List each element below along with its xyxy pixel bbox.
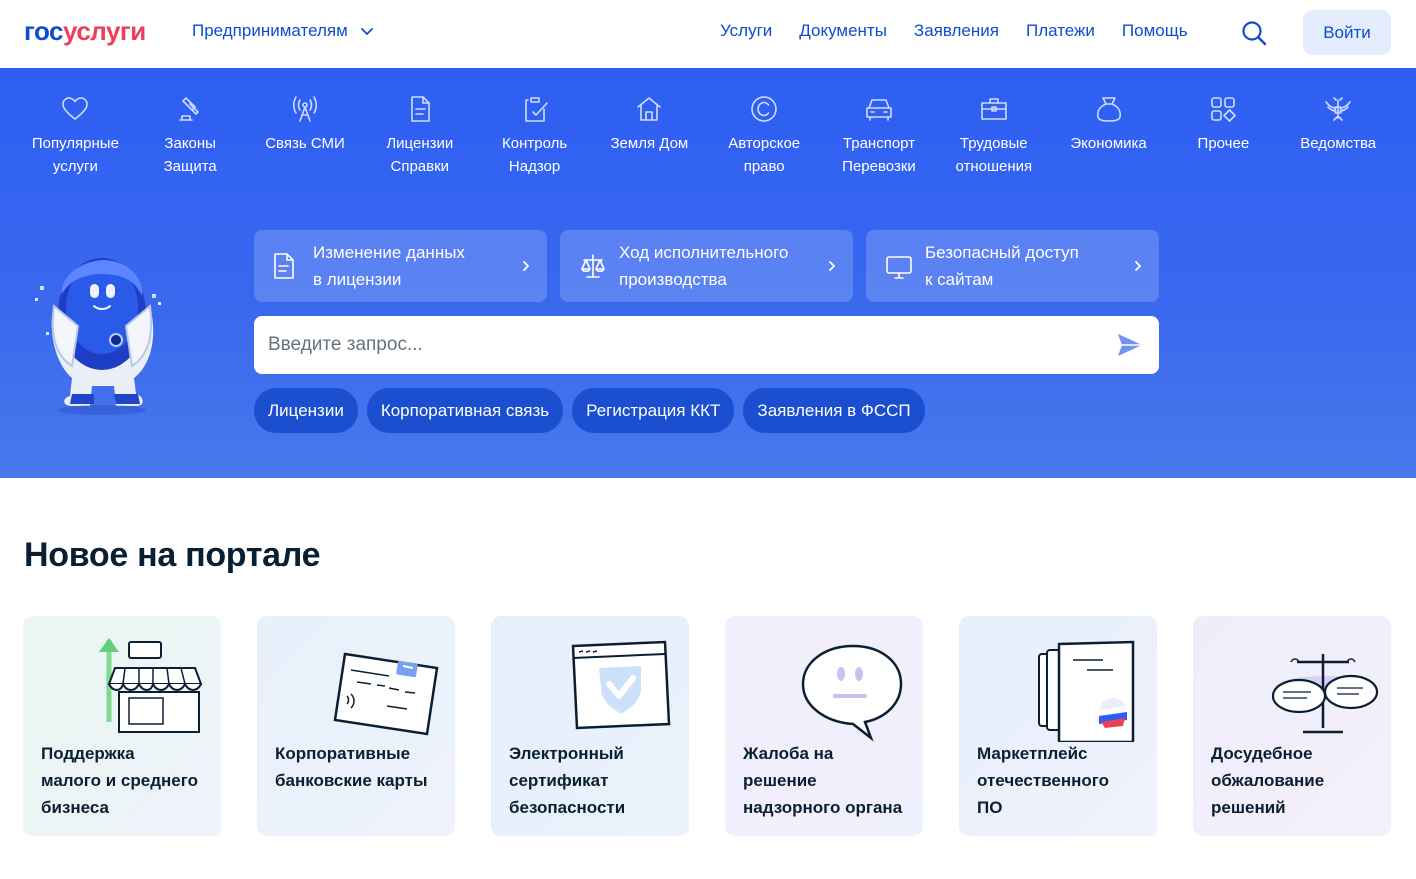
category-control[interactable]: Контроль Надзор xyxy=(477,94,592,178)
login-button[interactable]: Войти xyxy=(1303,10,1391,55)
card-pretrial-appeal[interactable]: Досудебное обжалование решений xyxy=(1193,616,1391,836)
section-title: Новое на портале xyxy=(24,536,321,574)
top-navigation: Услуги Документы Заявления Платежи Помощ… xyxy=(720,21,1188,41)
suggestion-chips: Лицензии Корпоративная связь Регистрация… xyxy=(254,388,925,433)
chevron-right-icon xyxy=(523,261,530,271)
send-icon[interactable] xyxy=(1115,330,1145,360)
chevron-right-icon xyxy=(829,261,836,271)
document-icon xyxy=(272,252,296,280)
bank-card-icon xyxy=(333,652,439,736)
chevron-down-icon xyxy=(360,28,373,36)
clipboard-check-icon xyxy=(520,94,550,124)
monitor-icon xyxy=(884,252,912,280)
heart-icon xyxy=(60,94,90,124)
car-icon xyxy=(864,94,894,124)
scales-icon xyxy=(578,252,605,280)
category-media[interactable]: Связь СМИ xyxy=(248,94,363,178)
hero-section: Популярные услуги Законы Защита Связь СМИ … xyxy=(0,68,1416,478)
nav-documents[interactable]: Документы xyxy=(799,21,887,41)
antenna-icon xyxy=(290,94,320,124)
robot-mascot-image xyxy=(35,258,161,415)
audience-dropdown[interactable]: Предпринимателям xyxy=(192,21,374,41)
nav-services[interactable]: Услуги xyxy=(720,21,772,41)
search-input[interactable] xyxy=(268,334,1115,356)
card-sme-support[interactable]: Поддержка малого и среднего бизнеса xyxy=(23,616,221,836)
category-copyright[interactable]: Авторское право xyxy=(707,94,822,178)
chevron-right-icon xyxy=(1135,261,1142,271)
card-corporate-cards[interactable]: Корпоративные банковские карты xyxy=(257,616,455,836)
category-laws[interactable]: Законы Защита xyxy=(133,94,248,178)
document-icon xyxy=(405,94,435,124)
search-icon[interactable] xyxy=(1240,19,1268,47)
quicklink-safe-access[interactable]: Безопасный доступ к сайтам xyxy=(866,230,1159,302)
gavel-icon xyxy=(175,94,205,124)
category-menu: Популярные услуги Законы Защита Связь СМИ … xyxy=(18,94,1396,178)
category-agencies[interactable]: Ведомства xyxy=(1281,94,1396,178)
search-bar xyxy=(254,316,1159,374)
audience-label: Предпринимателям xyxy=(192,21,348,40)
eagle-icon xyxy=(1323,94,1353,124)
chip-corporate-communication[interactable]: Корпоративная связь xyxy=(366,388,564,433)
category-land[interactable]: Земля Дом xyxy=(592,94,707,178)
card-complaint[interactable]: Жалоба на решение надзорного органа xyxy=(725,616,923,836)
shop-icon xyxy=(99,638,203,733)
nav-help[interactable]: Помощь xyxy=(1122,21,1188,41)
card-e-certificate[interactable]: Электронный сертификат безопасности xyxy=(491,616,689,836)
grid-icon xyxy=(1208,94,1238,124)
briefcase-icon xyxy=(979,94,1009,124)
quicklink-enforcement[interactable]: Ход исполнительного производства xyxy=(560,230,853,302)
certificate-icon xyxy=(1038,640,1135,742)
copyright-icon xyxy=(749,94,779,124)
quick-links: Изменение данных в лицензии Ход исполните… xyxy=(254,230,1159,302)
house-icon xyxy=(634,94,664,124)
category-economy[interactable]: Экономика xyxy=(1051,94,1166,178)
site-header: госуслуги Предпринимателям Услуги Докуме… xyxy=(0,0,1416,68)
quicklink-license-change[interactable]: Изменение данных в лицензии xyxy=(254,230,547,302)
bag-icon xyxy=(1094,94,1124,124)
nav-payments[interactable]: Платежи xyxy=(1026,21,1095,41)
chip-licenses[interactable]: Лицензии xyxy=(254,388,358,433)
card-software-marketplace[interactable]: Маркетплейс отечественного ПО xyxy=(959,616,1157,836)
browser-shield-icon xyxy=(571,640,671,730)
gosuslugi-logo[interactable]: госуслуги xyxy=(24,16,146,47)
sad-speech-bubble-icon xyxy=(801,644,903,742)
chip-fssp-applications[interactable]: Заявления в ФССП xyxy=(743,388,925,433)
news-cards: Поддержка малого и среднего бизнеса Корпор… xyxy=(23,616,1391,836)
chip-kkt-registration[interactable]: Регистрация ККТ xyxy=(572,388,735,433)
category-labor[interactable]: Трудовые отношения xyxy=(936,94,1051,178)
category-popular[interactable]: Популярные услуги xyxy=(18,94,133,178)
category-transport[interactable]: Транспорт Перевозки xyxy=(822,94,937,178)
category-other[interactable]: Прочее xyxy=(1166,94,1281,178)
nav-applications[interactable]: Заявления xyxy=(914,21,999,41)
scales-dialog-icon xyxy=(1271,654,1379,734)
category-licenses[interactable]: Лицензии Справки xyxy=(362,94,477,178)
